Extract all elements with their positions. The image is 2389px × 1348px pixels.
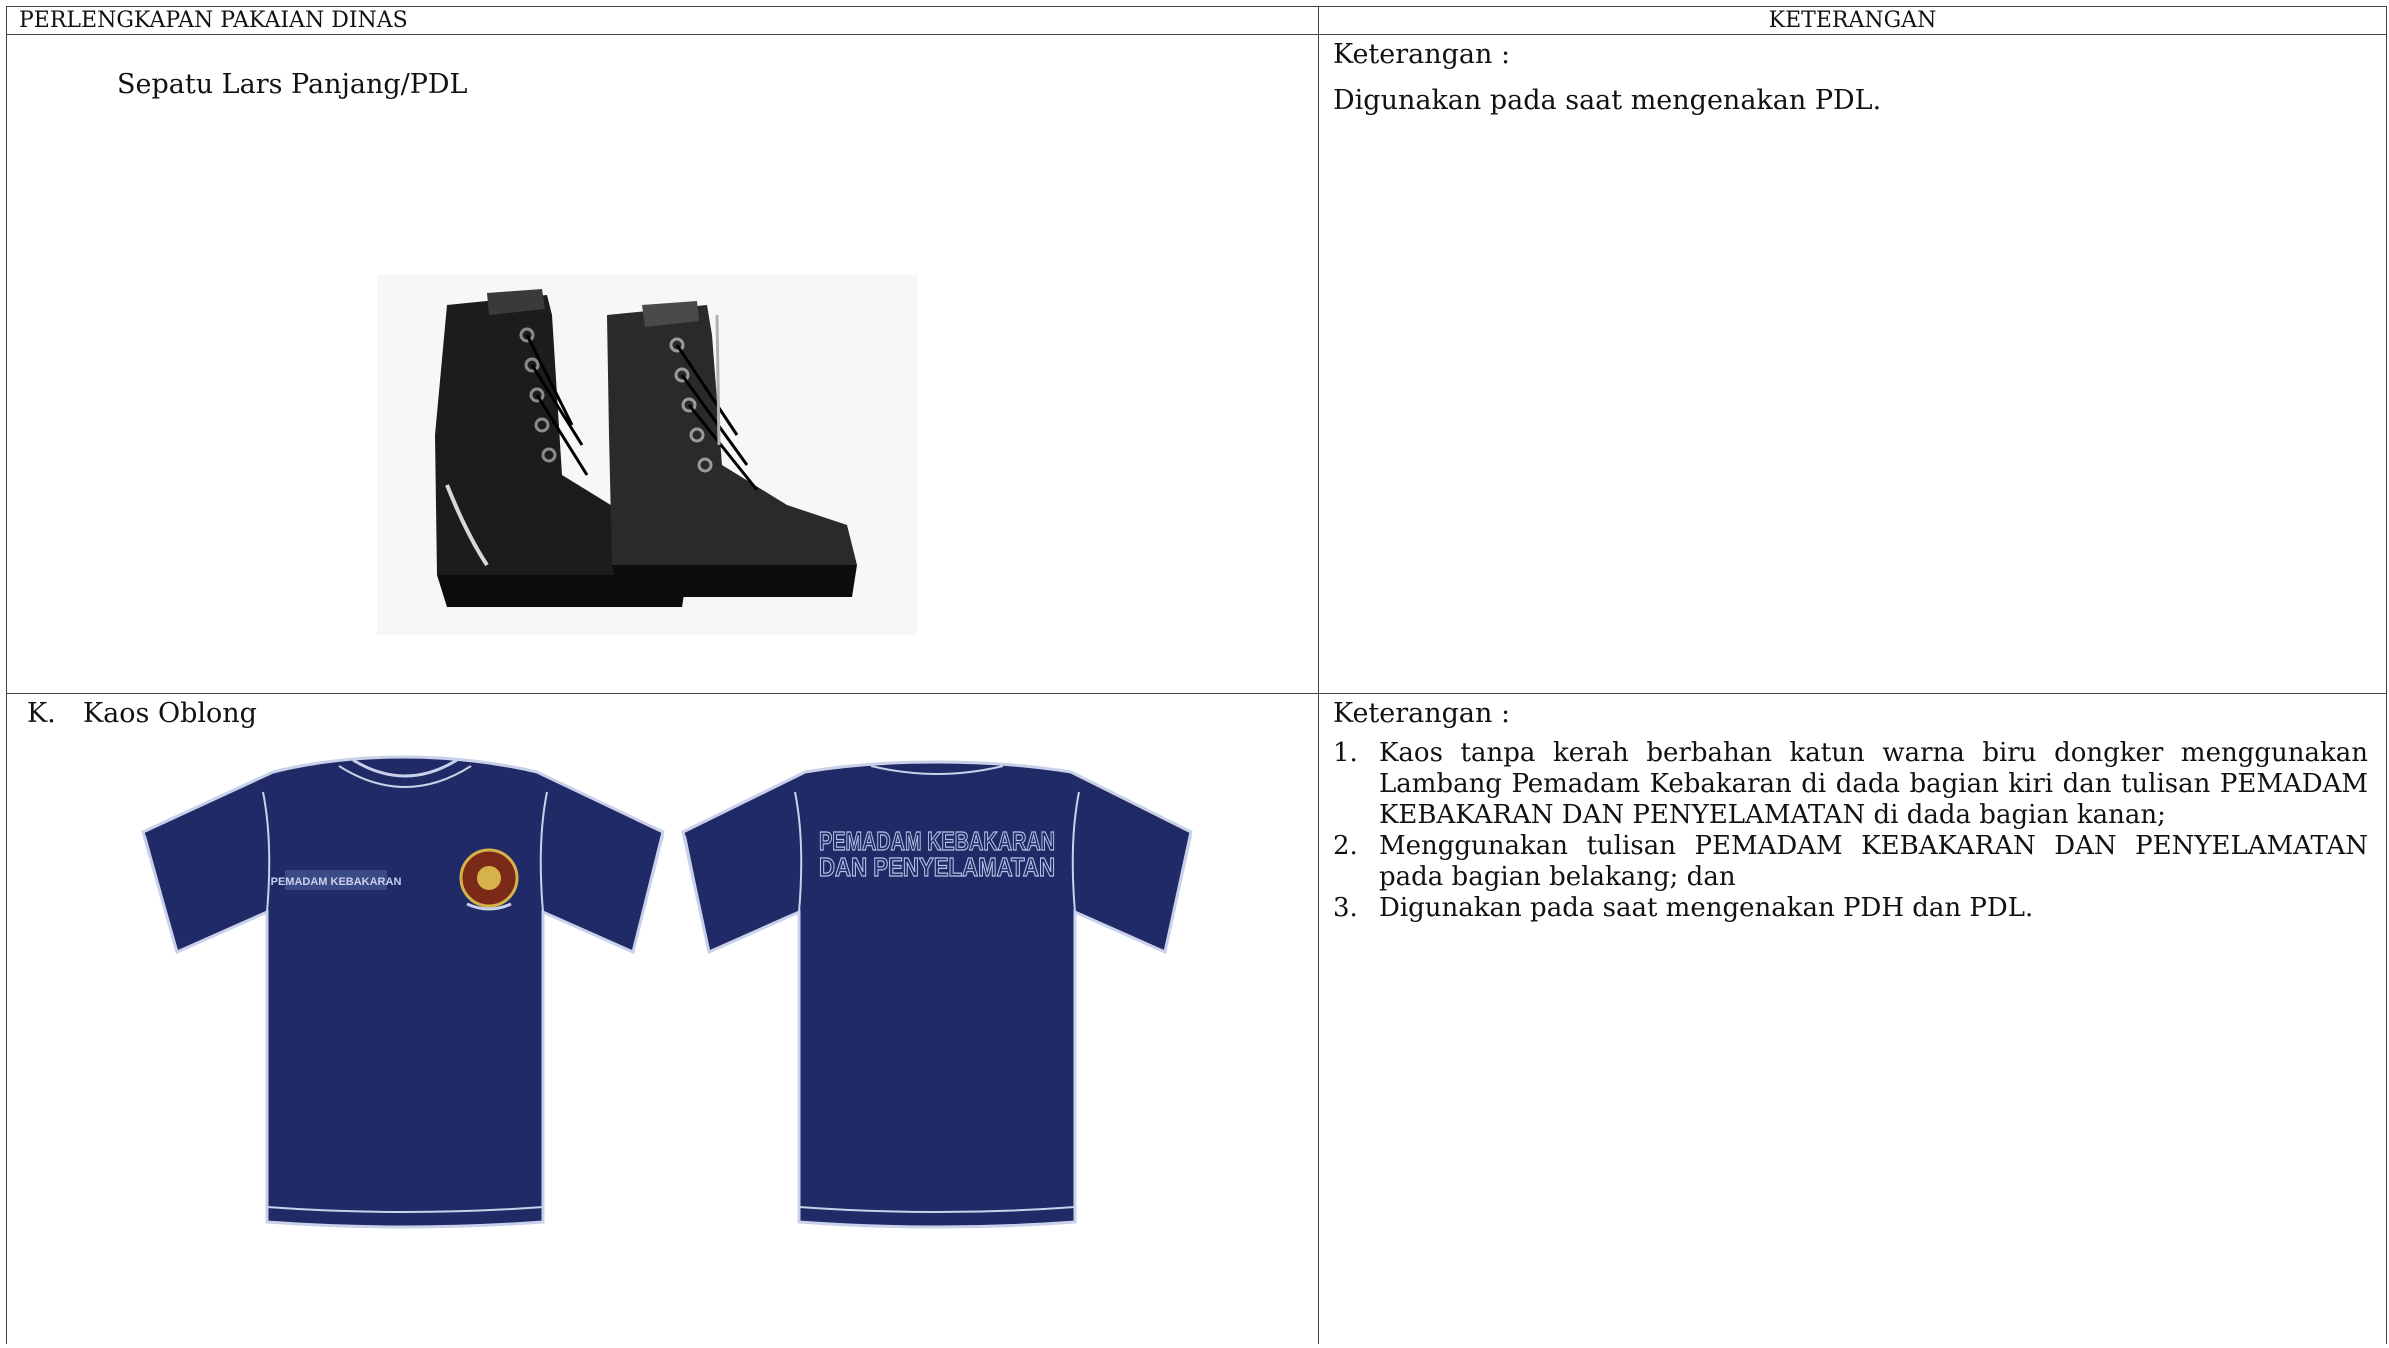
header-left: PERLENGKAPAN PAKAIAN DINAS	[6, 6, 1319, 35]
list-item-text: Digunakan pada saat mengenakan PDH dan P…	[1379, 893, 2034, 923]
table-row: K. Kaos Oblong PEMADAM KEBAKARAN PEMADAM…	[6, 693, 2387, 1344]
item-cell-tshirt: K. Kaos Oblong PEMADAM KEBAKARAN PEMADAM…	[6, 693, 1319, 1344]
header-row: PERLENGKAPAN PAKAIAN DINAS KETERANGAN	[6, 6, 2387, 35]
desc-cell-tshirt: Keterangan : 1. Kaos tanpa kerah berbaha…	[1318, 693, 2387, 1344]
list-item: 3. Digunakan pada saat mengenakan PDH da…	[1333, 893, 2368, 924]
item-cell-boots: Sepatu Lars Panjang/PDL	[6, 34, 1319, 694]
list-item-number: 3.	[1333, 893, 1358, 923]
tshirt-front-illustration: PEMADAM KEBAKARAN	[141, 755, 665, 1229]
keterangan-label: Keterangan :	[1333, 698, 1511, 729]
list-item-text: Kaos tanpa kerah berbahan katun warna bi…	[1379, 738, 2368, 830]
shirt-back-line-2: DAN PENYELAMATAN	[819, 852, 1055, 882]
shirt-front-label: PEMADAM KEBAKARAN	[271, 876, 402, 888]
keterangan-label: Keterangan :	[1333, 39, 1511, 70]
header-right: KETERANGAN	[1318, 6, 2387, 35]
list-item: 1. Kaos tanpa kerah berbahan katun warna…	[1333, 738, 2368, 831]
description-list: 1. Kaos tanpa kerah berbahan katun warna…	[1333, 738, 2368, 924]
list-item-text: Menggunakan tulisan PEMADAM KEBAKARAN DA…	[1379, 831, 2368, 892]
keterangan-text: Digunakan pada saat mengenakan PDL.	[1333, 85, 1882, 116]
list-item-number: 1.	[1333, 738, 1358, 768]
list-item: 2. Menggunakan tulisan PEMADAM KEBAKARAN…	[1333, 831, 2368, 893]
table-row: Sepatu Lars Panjang/PDL Keterangan: Dig…	[6, 34, 2387, 694]
list-item-number: 2.	[1333, 831, 1358, 861]
tshirt-back-illustration: PEMADAM KEBAKARAN DAN PENYELAMATAN	[681, 760, 1193, 1229]
item-title: Kaos Oblong	[83, 698, 257, 729]
item-title: Sepatu Lars Panjang/PDL	[117, 69, 468, 100]
uniform-table: PERLENGKAPAN PAKAIAN DINAS KETERANGAN Se…	[6, 6, 2387, 1344]
boots-photo	[377, 275, 917, 635]
item-marker: K.	[27, 698, 56, 729]
desc-cell-boots: Keterangan : Digunakan pada saat mengena…	[1318, 34, 2387, 694]
